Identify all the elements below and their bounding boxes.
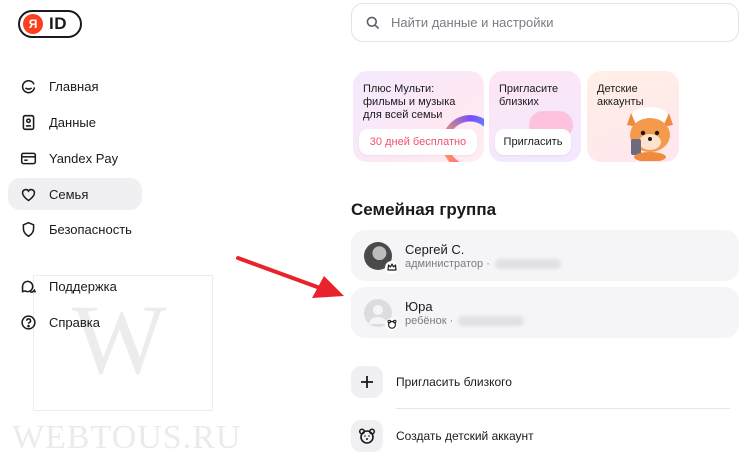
logo-text: ID [49, 14, 67, 33]
member-name: Юра [405, 298, 433, 314]
redacted-login [494, 258, 561, 269]
shield-icon [22, 221, 35, 237]
search-placeholder: Найти данные и настройки [391, 15, 554, 30]
invite-card[interactable]: Пригласите близких Пригласить [489, 71, 581, 162]
id-card-icon [22, 114, 35, 130]
invite-relative-button[interactable]: Пригласить близкого [351, 365, 739, 399]
family-group-title: Семейная группа [351, 200, 497, 219]
fox-mascot-icon [627, 107, 673, 161]
sidebar-item-yandex-pay[interactable]: Yandex Pay [8, 142, 142, 174]
invite-button[interactable]: Пригласить [495, 129, 571, 155]
sidebar-item-label: Данные [49, 114, 96, 130]
member-role: администратор · [405, 257, 490, 270]
yandex-id-logo[interactable]: Я ID [18, 10, 82, 38]
sidebar-item-security[interactable]: Безопасность [8, 213, 142, 245]
sidebar-item-family[interactable]: Семья [8, 178, 142, 210]
credit-card-icon [20, 152, 37, 164]
plus-icon [351, 366, 383, 398]
search-bar[interactable]: Найти данные и настройки [351, 3, 739, 42]
sidebar-item-label: Справка [49, 314, 100, 330]
redacted-login [458, 315, 525, 326]
heart-icon [21, 188, 36, 201]
annotation-arrow-icon [236, 256, 344, 298]
plus-multi-text: Плюс Мульти: фильмы и музыка для всей се… [363, 83, 456, 121]
avatar [364, 241, 398, 274]
sidebar-item-label: Безопасность [49, 221, 132, 237]
home-smile-icon [21, 79, 36, 93]
sidebar-item-label: Семья [49, 186, 89, 202]
plus-multi-card[interactable]: Плюс Мульти: фильмы и музыка для всей се… [353, 71, 484, 162]
bear-face-icon [351, 420, 383, 452]
chat-bubbles-icon [21, 280, 37, 293]
kids-accounts-card[interactable]: Детские аккаунты [587, 71, 679, 162]
invite-card-text: Пригласите близких [499, 83, 559, 108]
family-member-admin[interactable]: Сергей С. администратор · [351, 230, 739, 281]
member-role: ребёнок · [405, 314, 454, 327]
sidebar-item-label: Yandex Pay [49, 150, 119, 166]
plus-trial-button[interactable]: 30 дней бесплатно [359, 129, 477, 155]
action-label: Пригласить близкого [396, 375, 512, 389]
sidebar-item-help[interactable]: Справка [8, 306, 142, 338]
family-member-child[interactable]: Юра ребёнок · [351, 287, 739, 338]
sidebar-item-label: Главная [49, 78, 99, 94]
divider [396, 408, 730, 409]
question-circle-icon [21, 314, 36, 330]
sidebar-item-support[interactable]: Поддержка [8, 270, 142, 302]
sidebar-item-label: Поддержка [49, 278, 117, 294]
member-name: Сергей С. [405, 241, 465, 257]
bear-face-icon [385, 317, 398, 331]
yandex-logo-badge: Я [23, 14, 43, 34]
watermark-letter: W [72, 284, 167, 395]
avatar [364, 298, 398, 331]
create-child-account-button[interactable]: Создать детский аккаунт [351, 419, 739, 453]
sidebar-item-data[interactable]: Данные [8, 106, 142, 138]
sidebar-item-home[interactable]: Главная [8, 70, 142, 102]
search-icon [366, 16, 380, 29]
watermark-text: WEBTOUS.RU [12, 419, 242, 456]
action-label: Создать детский аккаунт [396, 429, 534, 443]
crown-icon [385, 260, 398, 274]
